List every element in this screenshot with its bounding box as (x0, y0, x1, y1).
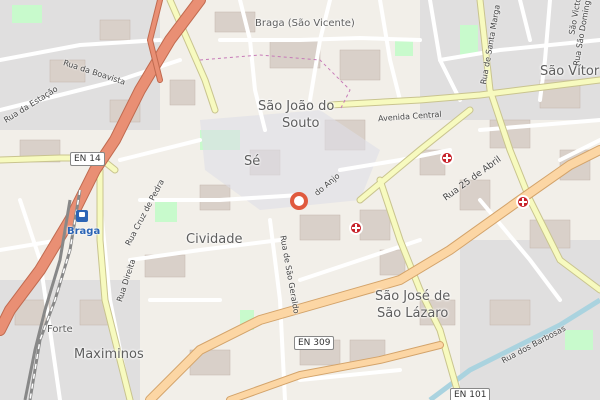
place-label-sao-joao-do-souto-line1: São João do (258, 99, 335, 114)
hospital-icon[interactable] (349, 221, 363, 235)
place-label-maximinos: Maximinos (74, 347, 144, 362)
place-label-forte: Forte (47, 324, 73, 335)
place-label-braga-sao-vicente: Braga (São Vicente) (255, 18, 355, 29)
place-label-sao-jose-line2: São Lázaro (377, 306, 449, 321)
place-label-cividade: Cividade (186, 232, 243, 247)
hospital-icon[interactable] (440, 151, 454, 165)
station-label-braga: Braga (67, 226, 101, 237)
train-station-icon[interactable] (76, 210, 88, 222)
place-label-sao-vitor: São Vítor (540, 64, 600, 79)
map-view[interactable]: Braga (São Vicente) São João do Souto Sé… (0, 0, 600, 400)
location-marker-icon[interactable] (290, 192, 308, 210)
road-shield-en309: EN 309 (294, 336, 335, 350)
place-label-se: Sé (244, 154, 261, 169)
road-shield-en14: EN 14 (70, 152, 105, 166)
place-label-sao-joao-do-souto-line2: Souto (282, 116, 320, 131)
hospital-icon[interactable] (516, 195, 530, 209)
road-shield-en101: EN 101 (450, 388, 491, 400)
place-label-sao-jose-line1: São José de (375, 289, 451, 304)
